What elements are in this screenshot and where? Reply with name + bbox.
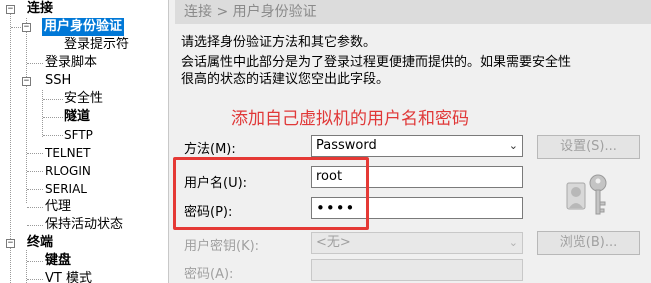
chevron-down-icon[interactable]: ⌄: [509, 136, 518, 156]
annotation-text: 添加自己虚拟机的用户名和密码: [231, 109, 469, 129]
passphrase-input[interactable]: [311, 259, 523, 281]
session-tree[interactable]: − 连接 − 用户身份验证 登录提示符 登录脚本 − SSH 安全性 隧道 SF…: [0, 0, 169, 283]
tree-item-telnet[interactable]: TELNET: [45, 144, 91, 162]
collapse-ssh-icon[interactable]: −: [22, 77, 31, 86]
collapse-connection-icon[interactable]: −: [6, 5, 15, 14]
settings-button[interactable]: 设置(S)...: [537, 135, 640, 159]
method-label: 方法(M):: [184, 142, 236, 157]
tree-item-terminal[interactable]: 终端: [27, 234, 53, 252]
browse-button[interactable]: 浏览(B)...: [537, 231, 640, 255]
user-key-value: <无>: [316, 235, 351, 250]
tree-item-login-prompts[interactable]: 登录提示符: [64, 36, 129, 54]
tree-item-connection[interactable]: 连接: [27, 0, 53, 18]
tree-item-tunneling[interactable]: 隧道: [64, 108, 90, 126]
method-value: Password: [316, 138, 377, 153]
user-key-icon: [566, 174, 607, 215]
auth-settings-panel: 连接 > 用户身份验证 请选择身份验证方法和其它参数。 会话属性中此部分是为了登…: [169, 0, 651, 283]
collapse-terminal-icon[interactable]: −: [6, 239, 15, 248]
tree-item-keep-alive[interactable]: 保持活动状态: [45, 216, 123, 234]
chevron-down-icon[interactable]: ⌄: [509, 233, 518, 253]
tree-item-user-auth[interactable]: 用户身份验证: [42, 18, 125, 36]
tree-item-sftp[interactable]: SFTP: [64, 126, 93, 144]
page-breadcrumb: 连接 > 用户身份验证: [175, 0, 651, 24]
description-intro: 请选择身份验证方法和其它参数。: [181, 35, 377, 50]
tree-item-serial[interactable]: SERIAL: [45, 180, 87, 198]
user-key-label: 用户密钥(K):: [184, 239, 260, 254]
highlight-box: [173, 157, 369, 230]
tree-item-ssh[interactable]: SSH: [45, 72, 71, 90]
tree-item-rlogin[interactable]: RLOGIN: [45, 162, 91, 180]
description-line-3: 很高的状态的话建议您空出此字段。: [181, 72, 390, 87]
tree-item-proxy[interactable]: 代理: [45, 198, 71, 216]
passphrase-label: 密码(A):: [184, 267, 234, 282]
tree-item-keyboard[interactable]: 键盘: [45, 252, 71, 270]
method-select[interactable]: Password ⌄: [311, 135, 523, 157]
description-line-2: 会话属性中此部分是为了登录过程更便捷而提供的。如果需要安全性: [181, 55, 572, 70]
collapse-auth-icon[interactable]: −: [22, 23, 31, 32]
tree-item-vt-mode[interactable]: VT 模式: [45, 270, 92, 283]
user-key-select[interactable]: <无> ⌄: [311, 232, 523, 254]
tree-item-security[interactable]: 安全性: [64, 90, 103, 108]
tree-item-login-script[interactable]: 登录脚本: [45, 54, 97, 72]
